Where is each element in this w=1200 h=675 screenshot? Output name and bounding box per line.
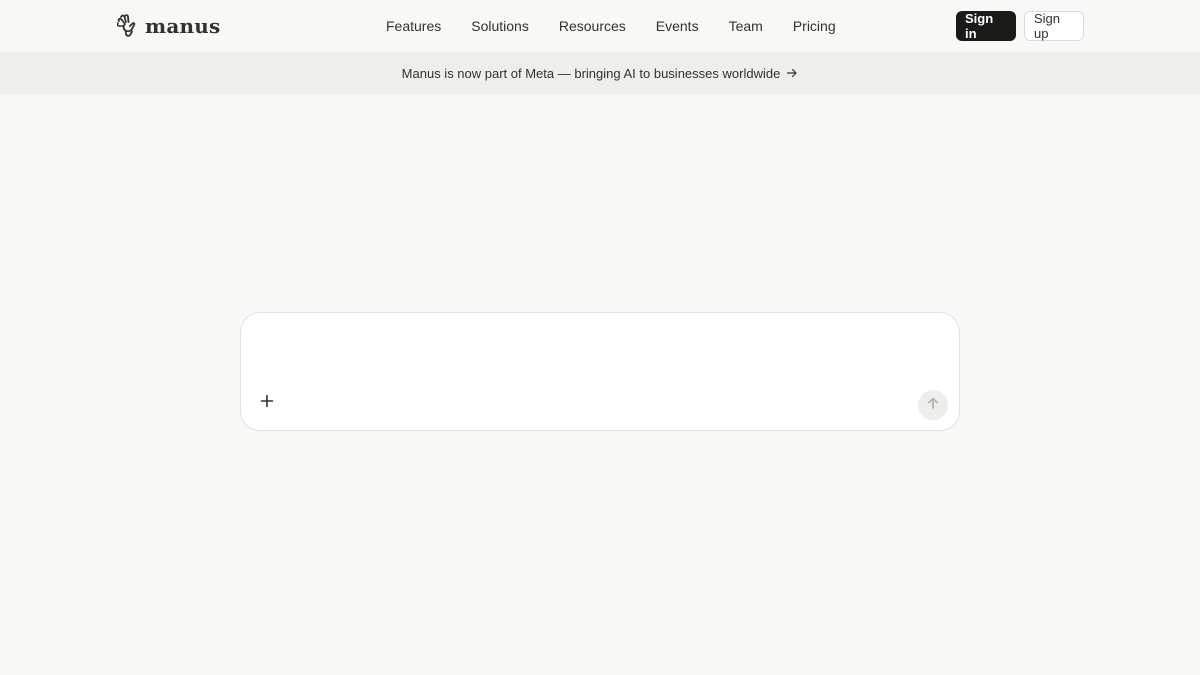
prompt-input[interactable] — [257, 327, 947, 391]
arrow-right-icon — [786, 67, 798, 79]
send-button[interactable] — [918, 390, 948, 420]
arrow-up-icon — [926, 396, 940, 415]
nav-item-features[interactable]: Features — [371, 0, 456, 52]
sign-in-button[interactable]: Sign in — [956, 11, 1016, 41]
sign-up-button[interactable]: Sign up — [1024, 11, 1084, 41]
auth-buttons: Sign in Sign up — [956, 11, 1084, 41]
announcement-banner[interactable]: Manus is now part of Meta — bringing AI … — [0, 52, 1200, 94]
announcement-text: Manus is now part of Meta — bringing AI … — [401, 65, 781, 81]
attach-button[interactable] — [253, 389, 281, 417]
nav-item-solutions[interactable]: Solutions — [456, 0, 544, 52]
nav-item-pricing[interactable]: Pricing — [778, 0, 851, 52]
plus-icon — [260, 394, 274, 413]
main-nav: Features Solutions Resources Events Team… — [371, 0, 851, 52]
nav-item-resources[interactable]: Resources — [544, 0, 641, 52]
top-navigation-bar: manus Features Solutions Resources Event… — [0, 0, 1200, 52]
manus-hand-icon — [117, 14, 137, 38]
brand-name: manus — [145, 14, 221, 38]
prompt-composer — [240, 312, 960, 431]
nav-item-events[interactable]: Events — [641, 0, 714, 52]
brand-logo-link[interactable]: manus — [117, 12, 220, 40]
nav-item-team[interactable]: Team — [714, 0, 778, 52]
